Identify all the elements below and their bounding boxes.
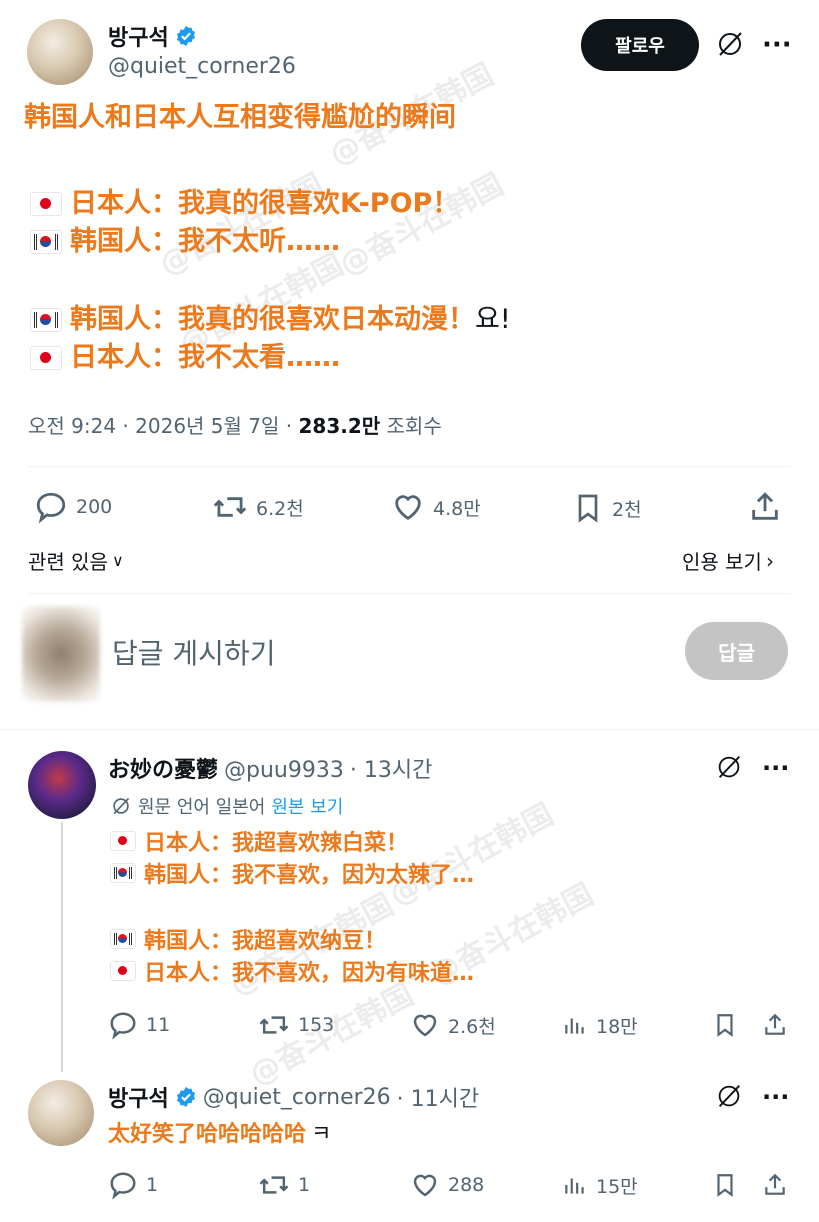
reply-icon [110,1172,136,1200]
repost-icon [213,497,247,517]
analytics-icon [565,1178,584,1194]
korea-flag-icon [30,230,62,254]
reply-button[interactable]: 1 [108,1170,158,1200]
japan-flag-icon [30,192,62,216]
japan-flag-icon [30,346,62,370]
bookmark-button[interactable] [712,1010,738,1040]
heart-icon [413,1174,437,1197]
show-original-link[interactable]: 원본 보기 [271,793,343,819]
author-avatar[interactable] [27,19,93,85]
share-icon [765,1013,785,1035]
repost-button[interactable]: 153 [258,1010,334,1040]
reply-text: 太好笑了哈哈哈哈哈 ㅋ [108,1122,332,1147]
author-handle[interactable]: @quiet_corner26 [108,54,296,79]
reply-icon [110,1012,136,1040]
share-button[interactable] [762,1170,788,1200]
repost-button[interactable]: 1 [258,1170,310,1200]
reply-button[interactable]: 11 [108,1010,170,1040]
post-line: 韩国人：我真的很喜欢日本动漫！ 요! [30,301,511,339]
grok-icon[interactable] [714,752,744,786]
reply-line: 日本人：我不喜欢，因为有味道… [110,955,474,987]
like-button[interactable]: 2.6천 [410,1010,496,1040]
share-icon [765,1173,785,1195]
japan-flag-icon [110,961,136,981]
bookmark-icon [717,1174,733,1197]
repost-button[interactable]: 6.2천 [212,490,304,524]
more-options-icon[interactable]: ··· [762,30,792,60]
reply-author-name[interactable]: 방구석 [108,1081,169,1113]
post-line: 日本人：我不太看…… [30,339,511,377]
views-button[interactable]: 18만 [562,1010,638,1040]
repost-icon [259,1176,289,1194]
divider [28,593,791,594]
reply-icon [36,492,66,524]
korea-flag-icon [110,863,136,883]
like-button[interactable]: 288 [410,1170,484,1200]
reply-author-avatar[interactable] [28,751,96,819]
japan-flag-icon [110,831,136,851]
korea-flag-icon [30,308,62,332]
reply-line: 韩国人：我不喜欢，因为太辣了… [110,857,474,889]
chevron-right-icon: › [765,548,774,573]
related-toggle[interactable]: 관련 있음 ∨ [28,546,124,575]
analytics-icon [565,1018,584,1034]
bookmark-button[interactable] [712,1170,738,1200]
share-button[interactable] [762,1010,788,1040]
divider [0,729,819,730]
share-icon [752,492,778,520]
reply-button[interactable]: 200 [34,490,112,524]
heart-icon [413,1014,437,1037]
like-button[interactable]: 4.8만 [391,490,481,524]
grok-icon[interactable] [714,28,746,64]
view-count: 283.2만 [298,414,381,438]
post-timestamp: 오전 9:24 · 2026년 5월 7일 · 283.2만 조회수 [28,414,442,438]
bookmark-button[interactable]: 2천 [572,490,642,526]
author-name[interactable]: 방구석 [108,20,169,52]
views-button[interactable]: 15만 [562,1170,638,1200]
reply-time[interactable]: · 11시간 [397,1081,479,1113]
bookmark-icon [578,494,598,523]
reply-line: 韩国人：我超喜欢纳豆！ [110,923,474,955]
reply-input[interactable]: 답글 게시하기 [112,632,275,672]
post-line: 日本人：我真的很喜欢K-POP！ [30,185,459,223]
divider [28,466,791,467]
reply-line: 日本人：我超喜欢辣白菜！ [110,825,474,857]
more-options-icon[interactable]: ··· [762,754,789,782]
post-title: 韩国人和日本人互相变得尴尬的瞬间 [24,102,456,133]
chevron-down-icon: ∨ [111,551,124,570]
reply-time[interactable]: · 13시간 [350,752,432,784]
reply-author-name[interactable]: お妙の憂鬱 [108,752,218,784]
grok-icon[interactable] [714,1081,744,1115]
quote-link[interactable]: 인용 보기 › [682,546,774,575]
follow-button[interactable]: 팔로우 [581,19,699,71]
repost-icon [259,1016,289,1034]
verified-badge-icon [176,1086,195,1108]
reply-author-handle[interactable]: @puu9933 [224,758,344,783]
bookmark-icon [717,1014,733,1037]
post-line: 韩国人：我不太听…… [30,223,459,261]
reply-author-avatar[interactable] [28,1080,94,1146]
more-options-icon[interactable]: ··· [762,1083,789,1111]
translation-note: 원문 언어 일본어 원본 보기 [110,793,343,819]
verified-badge-icon [176,25,195,47]
heart-icon [395,495,421,521]
korea-flag-icon [110,929,136,949]
user-avatar[interactable] [22,606,100,702]
reply-submit-button[interactable]: 답글 [685,622,788,680]
translate-icon [113,797,130,815]
share-button[interactable] [748,490,782,524]
reply-author-handle[interactable]: @quiet_corner26 [203,1085,391,1110]
thread-line [61,822,63,1072]
